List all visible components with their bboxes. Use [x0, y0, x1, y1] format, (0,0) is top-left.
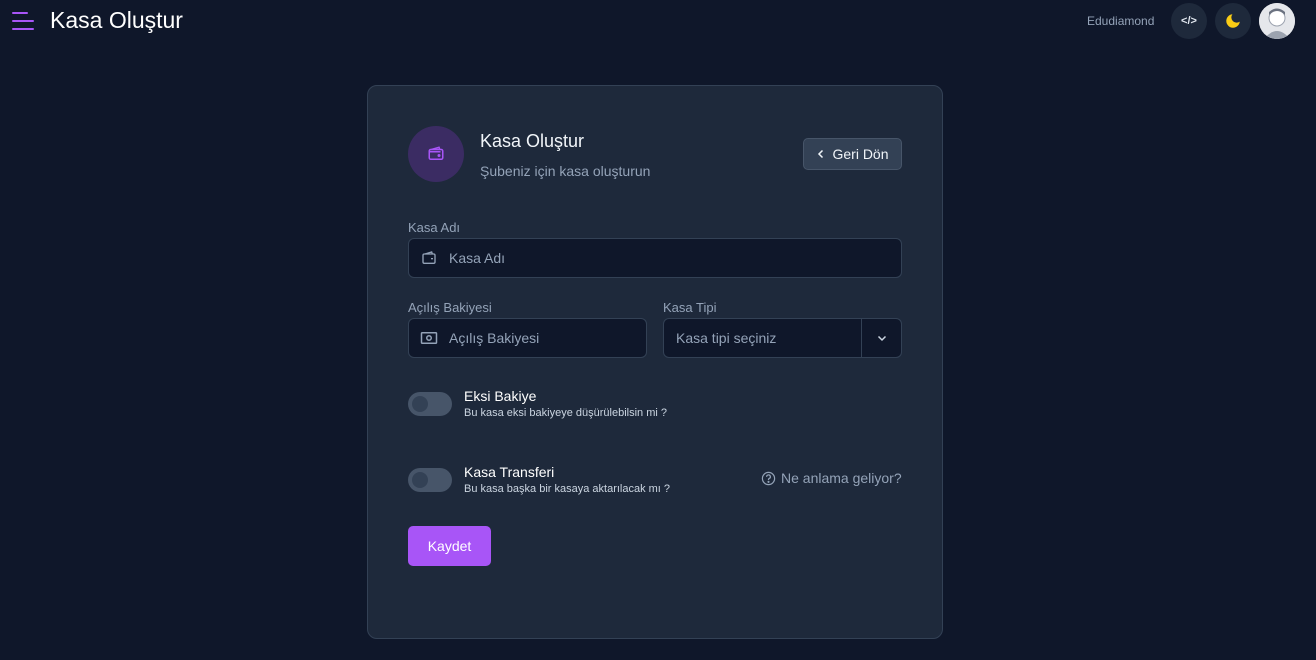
help-link-label: Ne anlama geliyor? [781, 470, 902, 486]
transfer-title: Kasa Transferi [464, 464, 555, 480]
header-icon-circle [408, 126, 464, 182]
name-field [408, 238, 902, 278]
card-title: Kasa Oluştur [480, 131, 585, 151]
balance-input[interactable] [449, 319, 646, 357]
name-input[interactable] [449, 239, 901, 277]
toggle-knob [412, 472, 428, 488]
type-select-value: Kasa tipi seçiniz [676, 330, 777, 346]
money-icon [409, 331, 449, 345]
avatar-image [1259, 3, 1295, 39]
help-link[interactable]: Ne anlama geliyor? [761, 470, 902, 486]
type-label: Kasa Tipi [663, 300, 717, 315]
toggle-knob [412, 396, 428, 412]
help-circle-icon [761, 471, 776, 485]
chevron-down-icon [861, 319, 901, 357]
top-bar: Kasa Oluştur Edudiamond </> [0, 0, 1316, 42]
avatar[interactable] [1259, 3, 1295, 39]
moon-icon [1226, 14, 1240, 28]
back-button[interactable]: Geri Dön [803, 138, 902, 170]
wallet-icon [428, 146, 444, 160]
balance-label: Açılış Bakiyesi [408, 300, 492, 315]
balance-field [408, 318, 647, 358]
code-icon: </> [1181, 15, 1197, 27]
page-title: Kasa Oluştur [50, 7, 183, 33]
back-button-label: Geri Dön [832, 146, 889, 162]
create-cashbox-card: Kasa Oluştur Şubeniz için kasa oluşturun… [367, 85, 943, 639]
name-label: Kasa Adı [408, 220, 461, 235]
negative-balance-toggle[interactable] [408, 392, 452, 416]
wallet-icon [409, 250, 449, 266]
transfer-description: Bu kasa başka bir kasaya aktarılacak mı … [464, 483, 671, 495]
save-button[interactable]: Kaydet [408, 526, 491, 566]
negative-balance-description: Bu kasa eksi bakiyeye düşürülebilsin mi … [464, 407, 667, 419]
theme-toggle-button[interactable] [1215, 3, 1251, 39]
menu-icon[interactable] [12, 12, 34, 32]
card-subtitle: Şubeniz için kasa oluşturun [480, 163, 651, 179]
username: Edudiamond [1087, 14, 1155, 28]
transfer-toggle[interactable] [408, 468, 452, 492]
type-select[interactable]: Kasa tipi seçiniz [663, 318, 902, 358]
chevron-left-icon [818, 149, 824, 159]
code-button[interactable]: </> [1171, 3, 1207, 39]
negative-balance-title: Eksi Bakiye [464, 388, 537, 404]
